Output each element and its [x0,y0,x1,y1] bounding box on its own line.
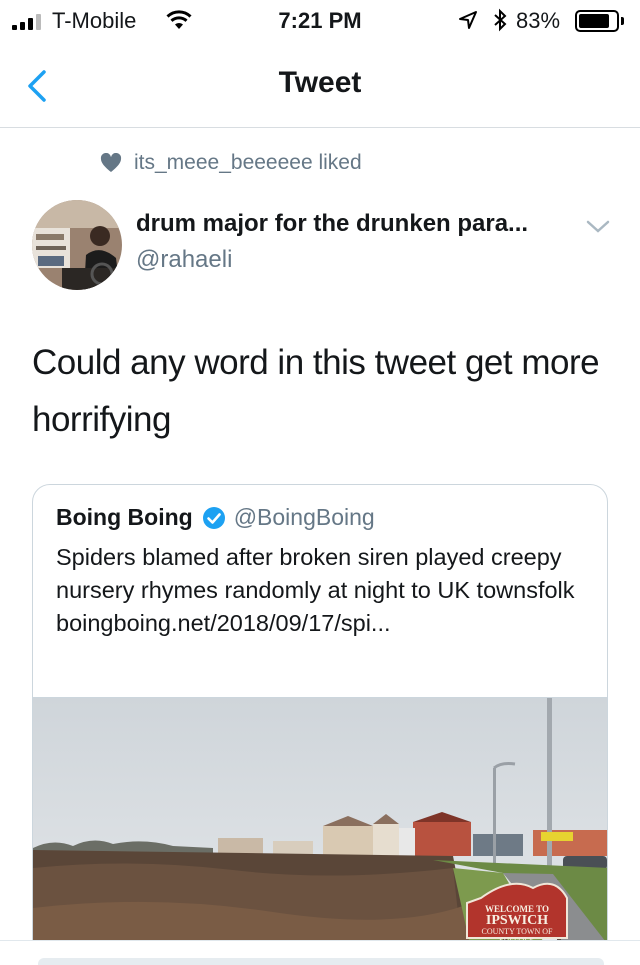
sign-line-2: IPSWICH [486,913,548,928]
heart-icon [100,153,122,172]
sign-line-3: COUNTY TOWN OF [482,927,554,936]
avatar-photo [32,200,122,290]
reply-input[interactable] [38,958,604,965]
page-title: Tweet [278,66,362,99]
quoted-author-handle: @BoingBoing [233,504,375,530]
tweet-text: Could any word in this tweet get more ho… [32,343,600,439]
quoted-tweet-text: Spiders blamed after broken siren played… [56,544,575,636]
location-arrow-icon [459,11,477,29]
user-handle[interactable]: @rahaeli [136,246,232,274]
chevron-down-icon[interactable] [585,219,611,235]
social-context-text: its_meee_beeeeee liked [134,151,362,174]
nav-bar: Tweet [0,42,640,128]
quoted-tweet-image[interactable]: WELCOME TO IPSWICH COUNTY TOWN OF SUFFOL… [33,697,607,958]
quoted-tweet-header: Boing Boing @BoingBoing [56,504,375,531]
quoted-author-name: Boing Boing [56,504,193,530]
battery-icon [575,10,619,32]
battery-percent: 83% [516,8,561,33]
status-bar: T-Mobile 7:21 PM 83% [0,0,640,42]
reply-bar [0,940,640,965]
social-context[interactable]: its_meee_beeeeee liked [100,151,362,175]
bluetooth-icon [494,8,507,32]
display-name[interactable]: drum major for the drunken para... [136,210,576,238]
street-scene-image: WELCOME TO IPSWICH COUNTY TOWN OF SUFFOL… [33,698,607,958]
avatar[interactable] [32,200,122,290]
verified-badge-icon [202,506,226,530]
battery-tip [621,17,624,25]
quoted-tweet-card[interactable]: Boing Boing @BoingBoing Spiders blamed a… [32,484,608,965]
